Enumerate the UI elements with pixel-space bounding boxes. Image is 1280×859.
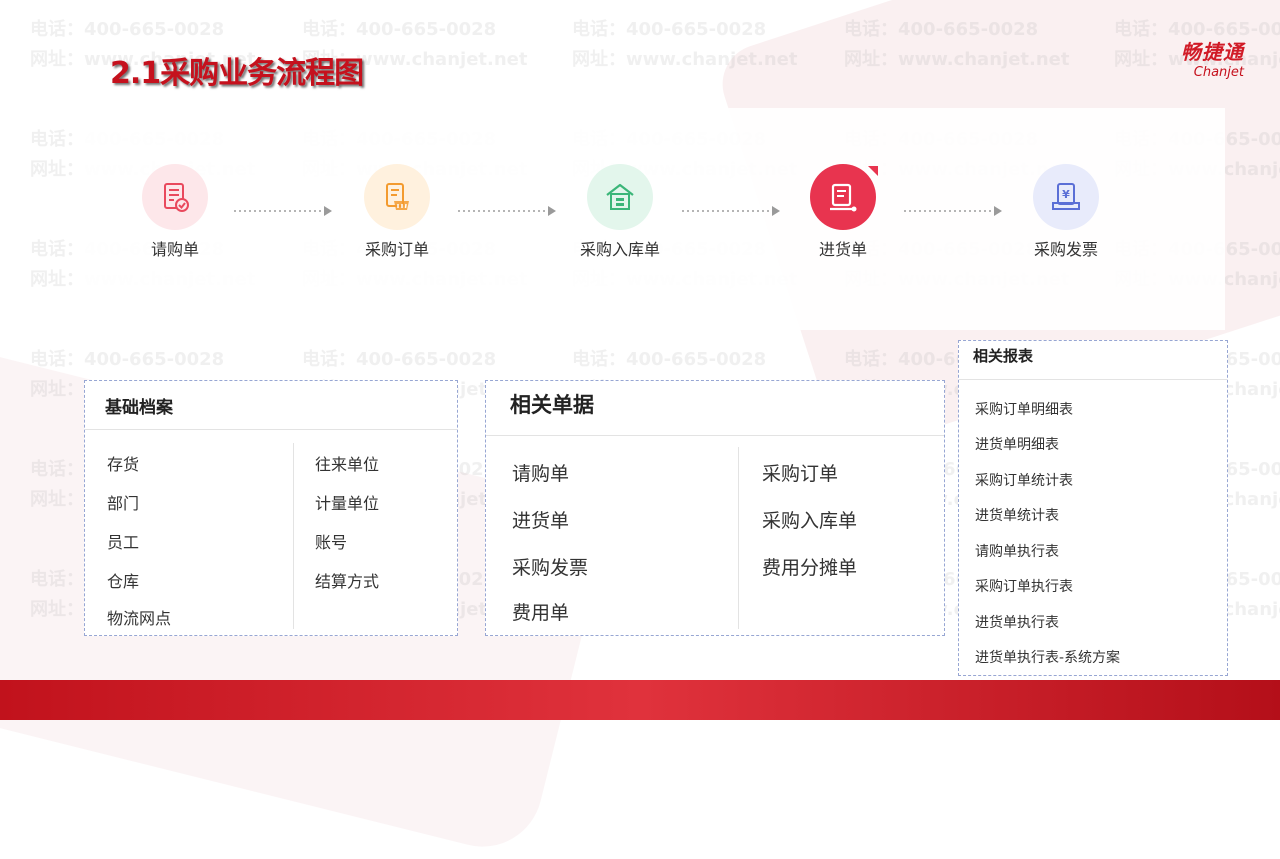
related-reports-box: 相关报表 采购订单明细表 进货单明细表 采购订单统计表 进货单统计表 请购单执行… (958, 340, 1228, 676)
report-item[interactable]: 进货单执行表 (975, 612, 1059, 632)
archive-item-settlement[interactable]: 结算方式 (315, 568, 379, 592)
flow-step-label: 进货单 (818, 240, 867, 259)
doc-item-expense[interactable]: 费用单 (512, 598, 569, 625)
report-item[interactable]: 采购订单统计表 (975, 470, 1073, 490)
basic-archives-box: 基础档案 存货 部门 员工 仓库 物流网点 往来单位 计量单位 账号 结算方式 (84, 380, 458, 636)
purchase-order-icon (364, 164, 430, 230)
flow-arrow-icon (234, 206, 332, 216)
footer-band (0, 680, 1280, 720)
flow-step-label: 请购单 (150, 240, 199, 259)
doc-item-invoice[interactable]: 采购发票 (512, 553, 588, 580)
doc-item-requisition[interactable]: 请购单 (512, 459, 569, 486)
divider (486, 435, 944, 436)
svg-text:¥: ¥ (1062, 188, 1070, 201)
flow-step-receiving: 进货单 (778, 164, 908, 260)
doc-item-receiving[interactable]: 进货单 (512, 506, 569, 533)
flow-arrow-icon (904, 206, 1002, 216)
related-reports-title: 相关报表 (973, 347, 1034, 365)
divider (959, 379, 1227, 380)
report-item[interactable]: 进货单统计表 (975, 505, 1059, 525)
divider (85, 429, 457, 430)
doc-item-expense-allocation[interactable]: 费用分摊单 (762, 553, 857, 580)
archive-item-inventory[interactable]: 存货 (107, 451, 139, 475)
corner-mark-icon (868, 166, 878, 176)
archive-item-department[interactable]: 部门 (107, 490, 139, 514)
archive-item-employee[interactable]: 员工 (107, 529, 139, 553)
related-documents-title: 相关单据 (510, 393, 594, 417)
warehouse-inbound-icon (587, 164, 653, 230)
report-item[interactable]: 请购单执行表 (975, 541, 1059, 561)
archive-item-partner[interactable]: 往来单位 (315, 451, 379, 475)
chanjet-logo: 畅捷通 Chanjet (1148, 40, 1244, 80)
invoice-icon: ¥ (1033, 164, 1099, 230)
flow-step-invoice: ¥ 采购发票 (1001, 164, 1131, 260)
divider (738, 447, 739, 629)
basic-archives-title: 基础档案 (105, 398, 173, 418)
report-item[interactable]: 采购订单明细表 (975, 399, 1073, 419)
report-item[interactable]: 进货单明细表 (975, 434, 1059, 454)
archive-item-account[interactable]: 账号 (315, 529, 347, 553)
logo-text-cn: 畅捷通 (1181, 40, 1244, 64)
flow-arrow-icon (458, 206, 556, 216)
slide-title: 2.1采购业务流程图 (110, 56, 364, 91)
flow-step-label: 采购入库单 (579, 240, 660, 259)
archive-item-warehouse[interactable]: 仓库 (107, 568, 139, 592)
flow-step-label: 采购发票 (1033, 240, 1098, 259)
flow-arrow-icon (682, 206, 780, 216)
process-flow-panel: 请购单 采购订单 采购入库单 进货单 ¥ 采购发票 (84, 108, 1225, 330)
logo-text-en: Chanjet (1193, 65, 1244, 80)
report-item[interactable]: 进货单执行表-系统方案 (975, 647, 1120, 667)
doc-item-inbound[interactable]: 采购入库单 (762, 506, 857, 533)
archive-item-unit[interactable]: 计量单位 (315, 490, 379, 514)
receiving-doc-icon (810, 164, 878, 230)
related-documents-box: 相关单据 请购单 进货单 采购发票 费用单 采购订单 采购入库单 费用分摊单 (485, 380, 945, 636)
flow-step-label: 采购订单 (364, 240, 429, 259)
divider (293, 443, 294, 629)
report-item[interactable]: 采购订单执行表 (975, 576, 1073, 596)
doc-item-purchase-order[interactable]: 采购订单 (762, 459, 838, 486)
flow-step-inbound: 采购入库单 (555, 164, 685, 260)
archive-item-logistics-point[interactable]: 物流网点 (107, 605, 171, 629)
flow-step-purchase-order: 采购订单 (332, 164, 462, 260)
requisition-doc-icon (142, 164, 208, 230)
flow-step-requisition: 请购单 (110, 164, 240, 260)
